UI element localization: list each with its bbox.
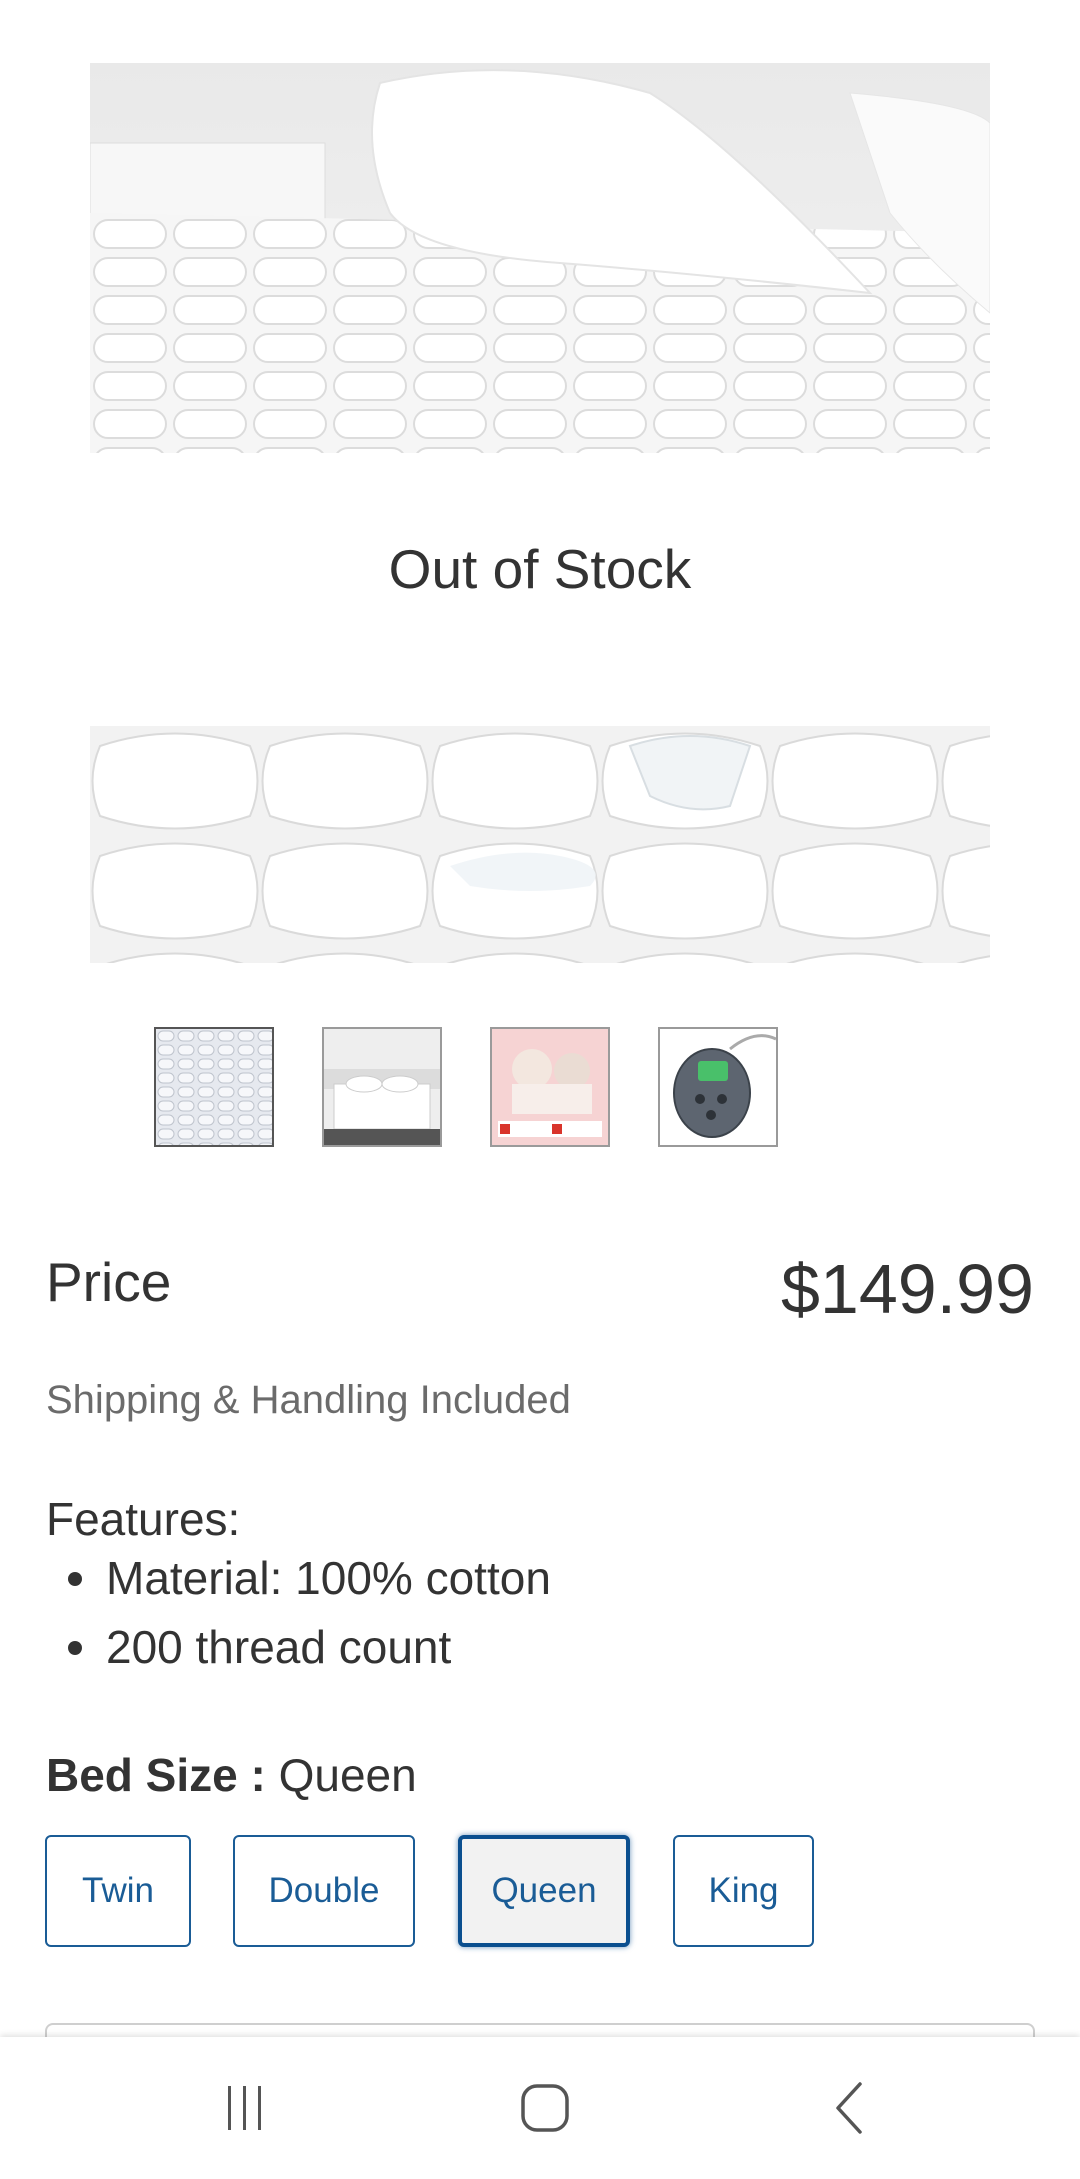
home-button[interactable]	[485, 2037, 605, 2179]
bullet-icon	[68, 1641, 82, 1655]
size-option-queen[interactable]: Queen	[458, 1835, 630, 1947]
out-of-stock-overlay: Out of Stock	[90, 453, 990, 726]
mattress-spill-photo	[90, 726, 990, 963]
product-page: Out of Stock Price $149.99 Shipping & Ha…	[0, 0, 1080, 2179]
thumbnail-controller[interactable]	[658, 1027, 778, 1147]
back-button[interactable]	[790, 2037, 910, 2179]
bullet-icon	[68, 1572, 82, 1586]
feature-item: Material: 100% cotton	[64, 1550, 551, 1619]
size-option-double[interactable]: Double	[233, 1835, 415, 1947]
price-value: $149.99	[780, 1250, 1034, 1328]
home-icon	[521, 2084, 569, 2132]
product-image[interactable]: Out of Stock	[90, 63, 990, 963]
price-label: Price	[46, 1251, 172, 1313]
recent-apps-button[interactable]	[184, 2037, 304, 2179]
bed-size-row: Bed Size : Queen	[46, 1748, 417, 1802]
size-option-twin[interactable]: Twin	[45, 1835, 191, 1947]
bed-size-selected: Queen	[278, 1749, 417, 1801]
bed-size-label: Bed Size :	[46, 1749, 266, 1801]
system-nav-bar	[0, 2037, 1080, 2179]
thumbnail-bedroom[interactable]	[322, 1027, 442, 1147]
thumbnail-promo[interactable]	[490, 1027, 610, 1147]
thumbnail-mattress-pad[interactable]	[154, 1027, 274, 1147]
out-of-stock-text: Out of Stock	[388, 538, 692, 600]
feature-item: 200 thread count	[64, 1619, 551, 1688]
shipping-note: Shipping & Handling Included	[46, 1378, 571, 1422]
features-list: Material: 100% cotton 200 thread count	[64, 1550, 551, 1688]
size-option-king[interactable]: King	[673, 1835, 814, 1947]
back-icon	[836, 2082, 862, 2134]
feature-text: Material: 100% cotton	[106, 1552, 551, 1604]
features-title: Features:	[46, 1493, 241, 1545]
recent-apps-icon	[228, 2086, 261, 2130]
mattress-top-photo	[90, 63, 990, 453]
feature-text: 200 thread count	[106, 1621, 452, 1673]
